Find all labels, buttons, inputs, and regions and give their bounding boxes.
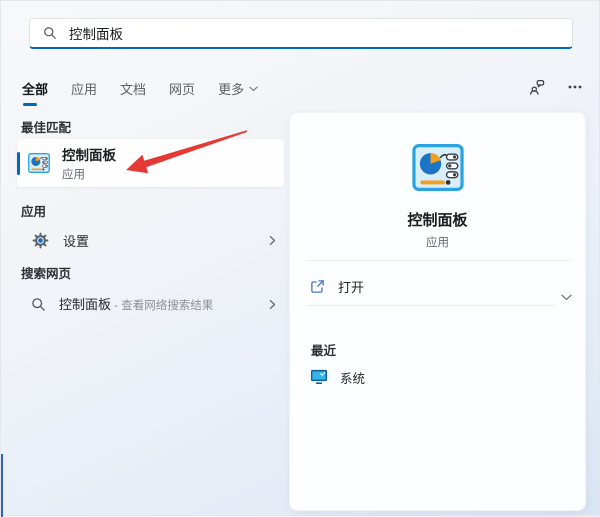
- tab-more[interactable]: 更多: [218, 79, 258, 106]
- apps-section-header: 应用: [21, 205, 47, 219]
- tab-web[interactable]: 网页: [169, 79, 195, 106]
- settings-label: 设置: [63, 233, 90, 249]
- best-match-header: 最佳匹配: [21, 121, 72, 135]
- user-account-icon[interactable]: [527, 77, 547, 97]
- tab-apps-label: 应用: [71, 82, 98, 97]
- tab-documents[interactable]: 文档: [120, 79, 146, 106]
- tab-apps[interactable]: 应用: [71, 79, 97, 106]
- gear-icon: [32, 232, 49, 248]
- tab-documents-label: 文档: [120, 82, 147, 97]
- web-search-section-header: 搜索网页: [21, 267, 72, 281]
- selection-accent-bar: [17, 152, 20, 175]
- search-icon: [31, 297, 46, 312]
- divider: [306, 260, 571, 261]
- control-panel-icon: [412, 144, 464, 191]
- search-icon: [40, 23, 60, 43]
- system-monitor-icon: [310, 369, 328, 384]
- result-detail-panel: 控制面板 应用 打开 最近 系统: [289, 112, 586, 511]
- web-search-suffix: - 查看网络搜索结果: [111, 300, 214, 312]
- search-filter-tabs: 全部 应用 文档 网页 更多: [22, 79, 258, 106]
- header-actions: [527, 77, 585, 97]
- expand-chevron-down-icon[interactable]: [561, 294, 572, 301]
- detail-subtitle: 应用: [426, 237, 449, 249]
- web-search-query: 控制面板: [59, 297, 112, 312]
- result-web-search[interactable]: 控制面板 - 查看网络搜索结果: [17, 287, 284, 321]
- best-match-result-control-panel[interactable]: 控制面板 应用: [17, 139, 284, 187]
- active-tab-indicator: [23, 103, 37, 106]
- open-label: 打开: [338, 279, 365, 295]
- ellipsis-icon[interactable]: [565, 77, 585, 97]
- chevron-down-icon: [249, 86, 258, 91]
- best-match-subtitle: 应用: [62, 169, 85, 181]
- search-input[interactable]: [69, 25, 562, 41]
- tab-more-label: 更多: [218, 82, 245, 97]
- tab-all-label: 全部: [22, 82, 49, 97]
- divider: [306, 305, 556, 306]
- tab-web-label: 网页: [169, 82, 196, 97]
- detail-title: 控制面板: [407, 212, 468, 229]
- best-match-title: 控制面板: [62, 148, 116, 163]
- recent-item-system[interactable]: 系统: [310, 365, 365, 389]
- recent-item-label: 系统: [340, 371, 366, 386]
- left-edge-strip: [1, 454, 3, 517]
- chevron-right-icon[interactable]: [269, 299, 276, 310]
- tab-all[interactable]: 全部: [22, 79, 48, 106]
- result-settings[interactable]: 设置: [17, 223, 284, 257]
- chevron-right-icon[interactable]: [269, 235, 276, 246]
- open-external-icon: [311, 279, 324, 293]
- control-panel-icon: [28, 153, 50, 173]
- recent-header: 最近: [311, 344, 337, 358]
- open-action[interactable]: 打开: [310, 273, 364, 299]
- search-bar[interactable]: [29, 18, 573, 49]
